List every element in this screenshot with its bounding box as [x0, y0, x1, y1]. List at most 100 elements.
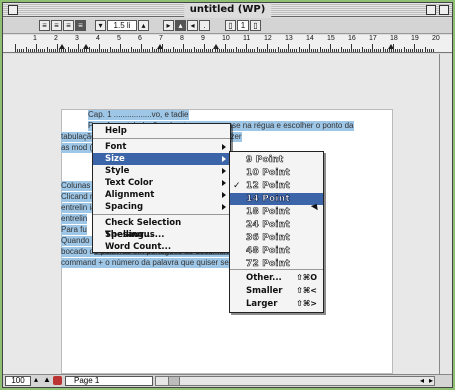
size-option[interactable]: ✓ 12 Point — [230, 180, 323, 192]
size-option-label: 14 Point — [246, 194, 290, 205]
menu-item-text-color[interactable]: Text Color — [93, 177, 230, 189]
horizontal-scrollbar[interactable]: ◂ ▸ — [155, 376, 435, 386]
collapse-box[interactable] — [439, 5, 449, 15]
ruler-tick — [21, 49, 23, 52]
page-view-icon[interactable] — [53, 376, 62, 385]
align-center-button[interactable]: ≡ — [51, 20, 62, 31]
menu-item-other-size[interactable]: Other... ⇧⌘O — [230, 272, 323, 284]
ruler-number: 1 — [33, 35, 37, 42]
ruler-tick — [311, 49, 313, 52]
ruler-number: 20 — [432, 35, 440, 42]
align-right-button[interactable]: ≡ — [63, 20, 74, 31]
size-option[interactable]: 18 Point — [230, 206, 323, 218]
ruler-tick — [105, 49, 107, 52]
ruler-tick — [269, 49, 271, 52]
size-option-label: 12 Point — [246, 181, 290, 192]
ruler-tick — [365, 49, 367, 52]
submenu-arrow-icon — [222, 168, 226, 174]
size-option[interactable]: 10 Point — [230, 167, 323, 179]
columns-decrease-button[interactable]: ▯ — [225, 20, 236, 31]
zoom-in-icon[interactable]: ▲ — [43, 375, 51, 384]
document-text-line[interactable]: Cap. 1 .................vo, e tadie — [88, 110, 189, 120]
title-bar[interactable]: untitled (WP) — [3, 3, 452, 17]
vertical-scrollbar[interactable] — [439, 54, 452, 374]
ruler-tick — [411, 49, 413, 52]
ruler-tick — [313, 49, 315, 52]
ruler-tick — [246, 44, 247, 52]
columns-increase-button[interactable]: ▯ — [250, 20, 261, 31]
checkmark-icon: ✓ — [233, 181, 241, 191]
ruler-tick — [204, 44, 205, 52]
ruler-tick — [273, 49, 275, 52]
ruler-number: 12 — [264, 35, 272, 42]
spacing-increase-button[interactable]: ▴ — [138, 20, 149, 31]
ruler-tick — [99, 44, 100, 52]
ruler-tick — [233, 49, 235, 52]
ruler-number: 7 — [159, 35, 163, 42]
column-count-field[interactable]: 1 — [237, 20, 249, 31]
ruler-tick — [176, 49, 178, 52]
size-option[interactable]: 48 Point — [230, 245, 323, 257]
ruler-tick — [212, 49, 214, 52]
size-option[interactable]: 9 Point — [230, 154, 323, 166]
menu-item-alignment[interactable]: Alignment — [93, 189, 230, 201]
ruler-tick — [279, 49, 281, 52]
ruler-tick — [361, 47, 363, 52]
menu-item-smaller[interactable]: Smaller ⇧⌘< — [230, 285, 323, 297]
ruler-tick — [33, 49, 35, 52]
ruler-tick — [342, 49, 344, 52]
line-spacing-field[interactable]: 1.5 li — [107, 20, 137, 31]
tab-right-button[interactable]: ◂ — [187, 20, 198, 31]
ruler-tick — [298, 47, 300, 52]
menu-item-label: Text Color — [105, 178, 153, 188]
scroll-thumb[interactable] — [168, 377, 180, 385]
menu-item-help[interactable]: Help — [93, 125, 230, 137]
ruler-tick — [31, 49, 33, 52]
menu-item-font[interactable]: Font — [93, 141, 230, 153]
ruler-tick — [407, 49, 409, 52]
ruler-tick — [405, 49, 407, 52]
ruler-tick — [187, 49, 189, 52]
menu-item-action[interactable]: Word Count... — [93, 241, 230, 253]
ruler-tick — [380, 49, 382, 52]
ruler-tick — [401, 49, 403, 52]
zoom-box[interactable] — [426, 5, 436, 15]
menu-item-action[interactable]: Check Selection Spelling... — [93, 217, 230, 240]
tab-decimal-button[interactable]: . — [199, 20, 210, 31]
size-option[interactable]: 36 Point — [230, 232, 323, 244]
close-box[interactable] — [8, 5, 18, 15]
ruler-tick — [52, 49, 54, 52]
document-text-line[interactable]: entrelin — [61, 214, 88, 224]
ruler[interactable]: 1 2 3 4 5 6 7 8 9 10 11 12 13 14 15 16 17 18 19 20 — [3, 35, 452, 53]
ruler-tick — [403, 47, 405, 52]
scroll-right-arrow-icon[interactable]: ▸ — [429, 376, 433, 385]
scroll-left-arrow-icon[interactable]: ◂ — [420, 376, 424, 385]
menu-item-style[interactable]: Style — [93, 165, 230, 177]
ruler-tick — [36, 44, 37, 52]
ruler-tick — [395, 49, 397, 52]
ruler-tick — [248, 49, 250, 52]
submenu-arrow-icon — [222, 144, 226, 150]
tab-center-button[interactable]: ▴ — [175, 20, 186, 31]
ruler-tick — [111, 49, 113, 52]
align-left-button[interactable]: ≡ — [39, 20, 50, 31]
spacing-decrease-button[interactable]: ▾ — [95, 20, 106, 31]
size-option[interactable]: 24 Point — [230, 219, 323, 231]
size-option[interactable]: 14 Point — [230, 193, 323, 205]
menu-item-spacing[interactable]: Spacing — [93, 201, 230, 213]
ruler-tick — [363, 49, 365, 52]
menu-item-size[interactable]: Size — [93, 153, 230, 165]
zoom-out-icon[interactable]: ▴ — [34, 375, 38, 384]
menu-item-label: Font — [105, 142, 127, 152]
submenu-arrow-icon — [222, 156, 226, 162]
ruler-tick — [426, 49, 428, 52]
justify-button[interactable]: ≡ — [75, 20, 86, 31]
tab-left-button[interactable]: ▸ — [163, 20, 174, 31]
ruler-tick — [134, 49, 136, 52]
page-indicator[interactable]: Page 1 — [65, 376, 153, 386]
zoom-field[interactable]: 100 — [5, 376, 31, 386]
menu-item-action[interactable]: Thesaurus... — [93, 229, 230, 241]
ruler-tick — [416, 49, 418, 52]
menu-item-larger[interactable]: Larger ⇧⌘> — [230, 298, 323, 310]
document-text-line[interactable]: Para fu — [61, 225, 87, 235]
